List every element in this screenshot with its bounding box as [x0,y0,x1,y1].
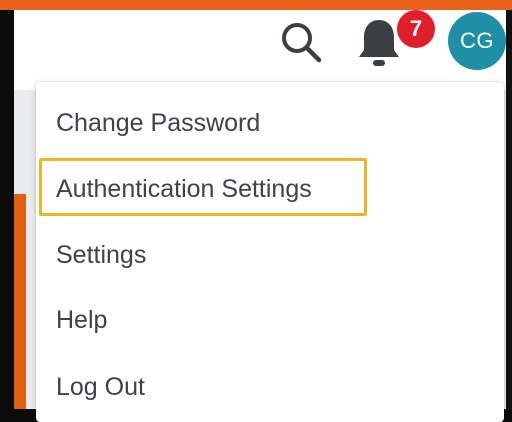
menu-item-change-password[interactable]: Change Password [56,98,496,148]
search-icon[interactable] [275,16,327,68]
avatar[interactable]: CG [448,12,506,70]
top-accent-bar [0,0,512,10]
sidebar-accent [14,194,26,409]
user-dropdown-menu: Change Password Authentication Settings … [36,82,504,422]
menu-item-authentication-settings[interactable]: Authentication Settings [56,164,496,214]
menu-item-help[interactable]: Help [56,295,496,345]
menu-item-settings[interactable]: Settings [56,230,496,280]
bell-icon[interactable] [354,14,404,72]
window-edge [506,10,512,409]
notification-count-badge[interactable]: 7 [397,10,435,48]
app-window: 7 CG Change Password Authentication Sett… [14,10,512,422]
menu-item-log-out[interactable]: Log Out [56,362,496,412]
